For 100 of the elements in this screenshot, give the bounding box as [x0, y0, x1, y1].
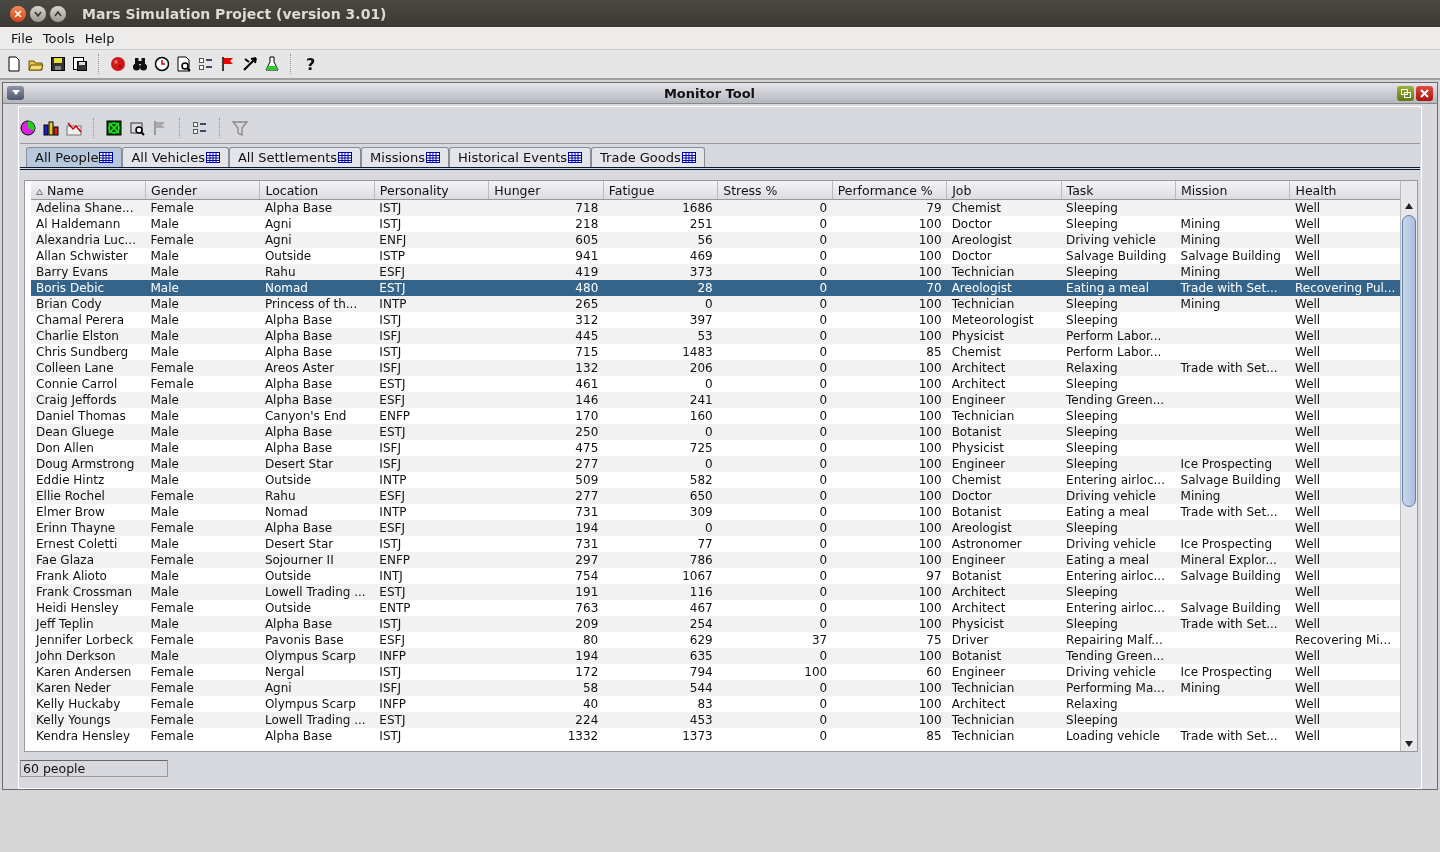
document-search-icon[interactable] [129, 120, 145, 136]
column-header[interactable]: Mission [1175, 181, 1290, 200]
help-button[interactable]: ? [302, 54, 320, 74]
table-cell: 194 [575, 649, 599, 663]
table-cell: Doctor [951, 249, 992, 263]
table-cell: Mining [1180, 681, 1221, 695]
table-cell: 629 [689, 633, 713, 647]
table-cell: Repairing Malf... [1066, 633, 1163, 647]
table-cell: 453 [689, 713, 713, 727]
minimize-button[interactable] [30, 5, 46, 22]
save-as-icon[interactable] [72, 56, 88, 72]
clock-icon[interactable] [154, 56, 170, 72]
table-cell: Alpha Base [264, 313, 333, 327]
window-title: Mars Simulation Project (version 3.01) [82, 5, 387, 22]
column-header[interactable]: Name [31, 181, 146, 200]
document-search-icon[interactable] [176, 56, 192, 72]
table-cell: 480 [575, 281, 599, 295]
column-header[interactable]: Task [1061, 181, 1176, 200]
table-cell: Driving vehicle [1066, 489, 1156, 503]
table-cell: INTP [379, 297, 407, 311]
planet-icon[interactable] [110, 56, 126, 72]
table-cell: Sleeping [1066, 425, 1118, 439]
column-header[interactable]: Personality [374, 181, 489, 200]
menu-item[interactable]: Help [77, 30, 118, 46]
table-cell: 419 [575, 265, 599, 279]
table-cell: Sojourner II [264, 553, 334, 567]
table-cell: Charlie Elston [36, 329, 119, 343]
column-header[interactable]: Job [946, 181, 1062, 200]
table-cell: 100 [918, 697, 942, 711]
table-cell: 37 [811, 633, 828, 647]
table-cell: Male [150, 393, 179, 407]
table-icon [681, 152, 696, 163]
table-cell: Erinn Thayne [36, 521, 116, 535]
column-header[interactable]: Fatigue [603, 181, 718, 200]
checklist-icon[interactable] [192, 120, 208, 136]
table-cell: 0 [819, 505, 828, 519]
table-cell: 1483 [682, 345, 713, 359]
table-cell: Technician [951, 729, 1015, 743]
table-cell: Sleeping [1066, 409, 1118, 423]
binoculars-icon[interactable] [132, 56, 148, 72]
table-cell: ENFJ [379, 233, 407, 247]
table-cell: 754 [575, 569, 599, 583]
bar-chart-icon[interactable] [43, 120, 59, 136]
column-header[interactable]: Hunger [488, 181, 604, 200]
window-menu-button[interactable] [7, 86, 24, 100]
tab[interactable]: All People [26, 147, 123, 167]
table-cell: Male [150, 249, 179, 263]
tab[interactable]: All Vehicles [122, 147, 229, 167]
table-cell: ISTJ [379, 665, 402, 679]
column-header[interactable]: Health [1290, 181, 1400, 200]
table-cell: Entering airloc... [1066, 473, 1165, 487]
table-cell: Daniel Thomas [36, 409, 126, 423]
table-cell: 60 [926, 665, 942, 679]
maximize-button[interactable] [50, 5, 66, 22]
column-header[interactable]: Gender [145, 181, 260, 200]
table-cell: 0 [819, 425, 828, 439]
menu-item[interactable]: File [4, 30, 36, 46]
column-header[interactable]: Performance % [832, 181, 947, 200]
table-cell: Sleeping [1066, 617, 1118, 631]
table-cell: 731 [575, 537, 599, 551]
table-cell: Well [1295, 377, 1321, 391]
table-cell: 1686 [682, 201, 713, 215]
arrow-icon[interactable] [242, 56, 258, 72]
checklist-icon[interactable] [198, 56, 214, 72]
target-icon[interactable] [106, 120, 122, 136]
table-cell: Mining [1180, 489, 1221, 503]
table-cell: Well [1295, 425, 1321, 439]
restore-button[interactable] [1397, 85, 1414, 101]
pie-chart-icon[interactable] [20, 120, 36, 136]
scrollbar[interactable] [1400, 181, 1417, 751]
selected-row[interactable]: Boris Debic Male Nomad ESTJ 480 28 0 70 Areologist Eating a meal Trade with Set... Recovering Pul... [31, 280, 1400, 296]
tab[interactable]: Historical Events [449, 147, 592, 167]
column-header[interactable]: Location [259, 181, 375, 200]
menu-item[interactable]: Tools [35, 30, 78, 46]
save-icon[interactable] [50, 56, 66, 72]
tab[interactable]: All Settlements [228, 147, 362, 167]
table-cell: Don Allen [36, 441, 94, 455]
flag-icon[interactable] [220, 56, 236, 72]
table-cell: 100 [918, 233, 942, 247]
line-chart-icon[interactable] [66, 120, 82, 136]
table-cell: Botanist [951, 505, 1002, 519]
column-header[interactable]: Stress % [717, 181, 833, 200]
table-cell: Alpha Base [264, 329, 333, 343]
table-cell: 731 [575, 505, 599, 519]
table-cell: 312 [575, 313, 599, 327]
close-button[interactable] [1416, 85, 1433, 101]
close-button[interactable] [10, 5, 26, 22]
table-cell: Well [1295, 297, 1321, 311]
flask-icon[interactable] [264, 56, 280, 72]
tab[interactable]: Trade Goods [591, 147, 705, 167]
table-cell: Sleeping [1066, 713, 1118, 727]
tab[interactable]: Missions [361, 147, 449, 167]
table-cell: ESTJ [379, 585, 406, 599]
table-cell: Botanist [951, 569, 1002, 583]
table-cell: Architect [951, 361, 1006, 375]
table-cell: 0 [819, 361, 828, 375]
table-cell: 100 [918, 457, 942, 471]
new-file-icon[interactable] [6, 56, 22, 72]
table-cell: 209 [575, 617, 599, 631]
table-cell: Technician [951, 681, 1015, 695]
